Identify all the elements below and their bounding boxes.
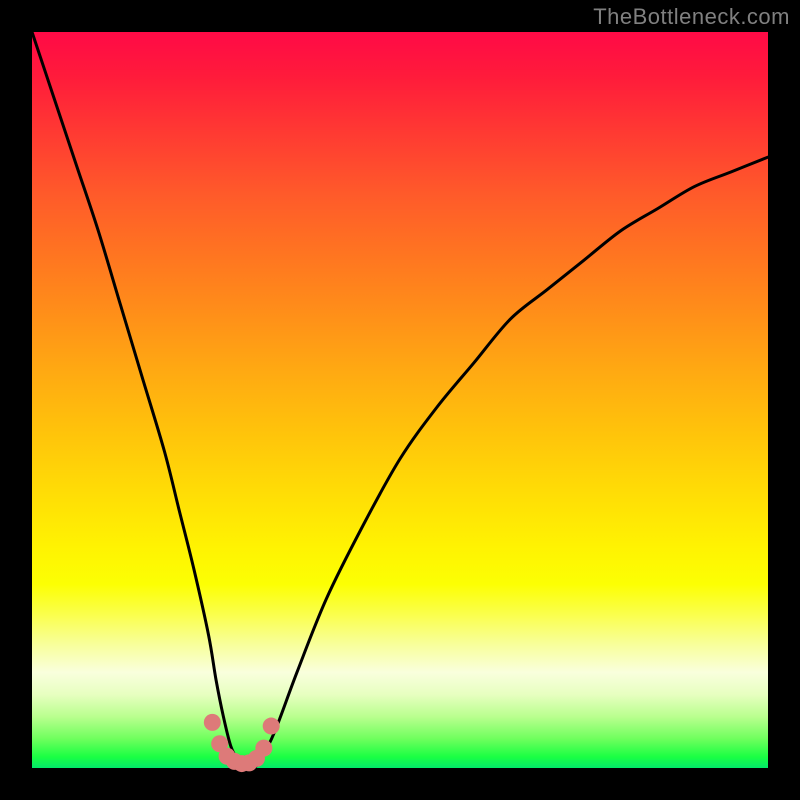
curve-layer [32,32,768,768]
chart-frame: TheBottleneck.com [0,0,800,800]
fit-markers-group [204,714,280,772]
fit-marker [204,714,221,731]
bottleneck-curve [32,32,768,769]
fit-marker [263,718,280,735]
attribution-text: TheBottleneck.com [593,4,790,30]
fit-marker [255,740,272,757]
plot-area [32,32,768,768]
